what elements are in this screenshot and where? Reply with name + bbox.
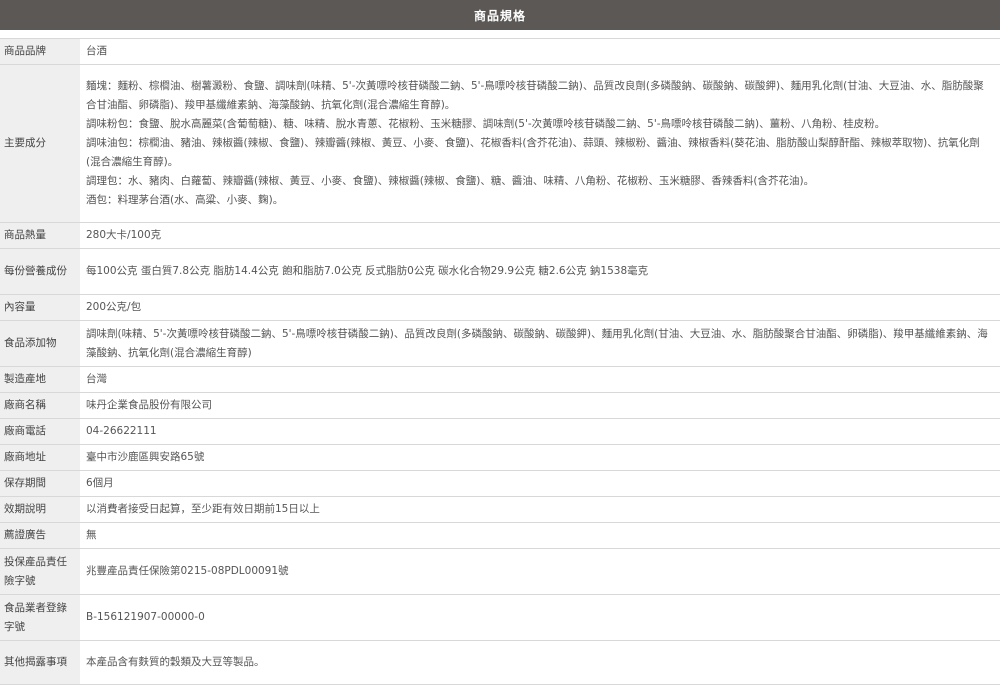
table-row: 廠商電話 04-26622111 [0, 418, 1000, 445]
row-value-registration: B-156121907-00000-0 [80, 594, 1000, 641]
spec-header-title: 商品規格 [473, 8, 526, 23]
table-row: 主要成分 麵塊：麵粉、棕櫚油、樹薯澱粉、食鹽、調味劑(味精、5'-次黃嘌呤核苷磷… [0, 64, 1000, 223]
row-value-additives: 調味劑(味精、5'-次黃嘌呤核苷磷酸二鈉、5'-鳥嘌呤核苷磷酸二鈉)、品質改良劑… [80, 320, 1000, 367]
row-value-address: 臺中市沙鹿區興安路65號 [80, 444, 1000, 471]
table-row: 商品品牌 台酒 [0, 38, 1000, 65]
row-value-ingredients: 麵塊：麵粉、棕櫚油、樹薯澱粉、食鹽、調味劑(味精、5'-次黃嘌呤核苷磷酸二鈉、5… [80, 64, 1000, 223]
table-row: 製造產地 台灣 [0, 366, 1000, 393]
table-row: 廠商地址 臺中市沙鹿區興安路65號 [0, 444, 1000, 471]
table-row: 其他揭露事項 本產品含有麩質的穀類及大豆等製品。 [0, 640, 1000, 685]
ingredient-line-oil: 調味油包：棕櫚油、豬油、辣椒醬(辣椒、食鹽)、辣瓣醬(辣椒、黃豆、小麥、食鹽)、… [86, 137, 980, 168]
row-label-phone: 廠商電話 [0, 418, 80, 445]
row-value-insurance: 兆豐產品責任保險第0215-08PDL00091號 [80, 548, 1000, 595]
row-value-phone: 04-26622111 [80, 418, 1000, 445]
row-label-calories: 商品熱量 [0, 222, 80, 249]
row-value-content: 200公克/包 [80, 294, 1000, 321]
row-value-calories: 280大卡/100克 [80, 222, 1000, 249]
ingredient-line-wine: 酒包：料理茅台酒(水、高粱、小麥、麴)。 [86, 194, 284, 206]
table-row: 保存期間 6個月 [0, 470, 1000, 497]
row-value-shelf-life: 6個月 [80, 470, 1000, 497]
row-label-additives: 食品添加物 [0, 320, 80, 367]
table-row: 內容量 200公克/包 [0, 294, 1000, 321]
table-row: 廠商名稱 味丹企業食品股份有限公司 [0, 392, 1000, 419]
ingredient-line-powder: 調味粉包：食鹽、脫水高麗菜(含葡萄糖)、糖、味精、脫水青蔥、花椒粉、玉米糖膠、調… [86, 118, 886, 130]
row-label-origin: 製造產地 [0, 366, 80, 393]
row-label-disclosure: 其他揭露事項 [0, 640, 80, 685]
row-value-nutrition: 每100公克 蛋白質7.8公克 脂肪14.4公克 飽和脂肪7.0公克 反式脂肪0… [80, 248, 1000, 295]
table-row: 效期說明 以消費者接受日起算，至少距有效日期前15日以上 [0, 496, 1000, 523]
row-label-brand: 商品品牌 [0, 38, 80, 65]
row-value-endorsement: 無 [80, 522, 1000, 549]
table-row: 商品熱量 280大卡/100克 [0, 222, 1000, 249]
table-row: 投保產品責任險字號 兆豐產品責任保險第0215-08PDL00091號 [0, 548, 1000, 595]
row-label-nutrition: 每份營養成份 [0, 248, 80, 295]
row-label-registration: 食品業者登錄字號 [0, 594, 80, 641]
row-label-content: 內容量 [0, 294, 80, 321]
table-row: 食品業者登錄字號 B-156121907-00000-0 [0, 594, 1000, 641]
row-label-manufacturer: 廠商名稱 [0, 392, 80, 419]
row-label-expiry-note: 效期說明 [0, 496, 80, 523]
table-row: 每份營養成份 每100公克 蛋白質7.8公克 脂肪14.4公克 飽和脂肪7.0公… [0, 248, 1000, 295]
table-row: 薦證廣告 無 [0, 522, 1000, 549]
ingredient-line-noodle: 麵塊：麵粉、棕櫚油、樹薯澱粉、食鹽、調味劑(味精、5'-次黃嘌呤核苷磷酸二鈉、5… [86, 80, 984, 111]
row-label-address: 廠商地址 [0, 444, 80, 471]
row-value-origin: 台灣 [80, 366, 1000, 393]
spec-header: 商品規格 [0, 0, 1000, 30]
ingredient-line-sauce: 調理包：水、豬肉、白蘿蔔、辣瓣醬(辣椒、黃豆、小麥、食鹽)、辣椒醬(辣椒、食鹽)… [86, 175, 815, 187]
row-label-shelf-life: 保存期間 [0, 470, 80, 497]
table-row: 食品添加物 調味劑(味精、5'-次黃嘌呤核苷磷酸二鈉、5'-鳥嘌呤核苷磷酸二鈉)… [0, 320, 1000, 367]
spec-table: 商品品牌 台酒 主要成分 麵塊：麵粉、棕櫚油、樹薯澱粉、食鹽、調味劑(味精、5'… [0, 38, 1000, 685]
row-label-endorsement: 薦證廣告 [0, 522, 80, 549]
row-value-disclosure: 本產品含有麩質的穀類及大豆等製品。 [80, 640, 1000, 685]
row-value-manufacturer: 味丹企業食品股份有限公司 [80, 392, 1000, 419]
row-value-expiry-note: 以消費者接受日起算，至少距有效日期前15日以上 [80, 496, 1000, 523]
row-label-ingredients: 主要成分 [0, 64, 80, 223]
row-value-brand: 台酒 [80, 38, 1000, 65]
row-label-insurance: 投保產品責任險字號 [0, 548, 80, 595]
